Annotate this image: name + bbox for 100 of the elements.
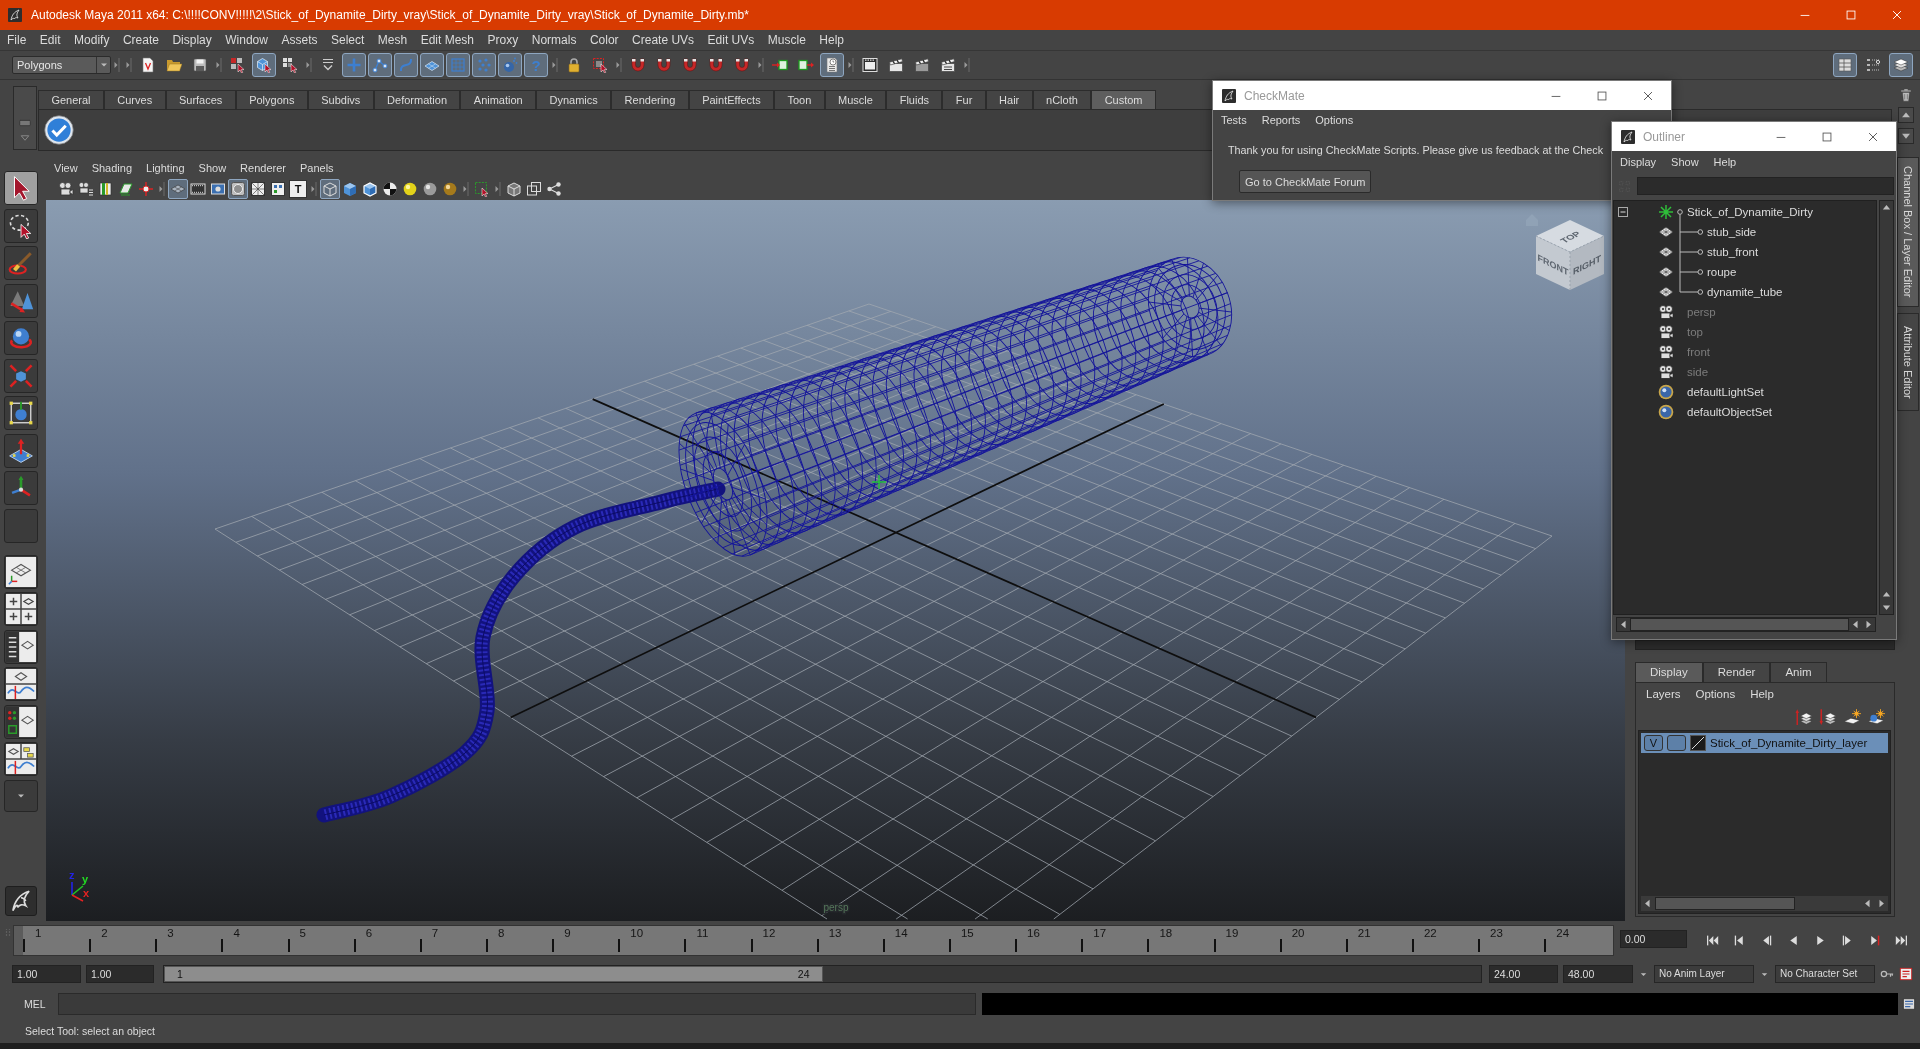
layer-editor-menu[interactable]: Options: [1695, 687, 1736, 700]
slashed-swatch-icon[interactable]: [1690, 735, 1706, 751]
wireframe-cube-icon[interactable]: [320, 179, 340, 199]
menu-item[interactable]: Help: [819, 33, 844, 47]
shelf-tab[interactable]: General: [38, 90, 104, 109]
panel-menu[interactable]: Shading: [91, 161, 133, 174]
collapse-handle-icon[interactable]: [311, 181, 317, 197]
document-lines-icon[interactable]: [1902, 996, 1916, 1011]
three-pane-layout-icon[interactable]: [4, 742, 38, 776]
horizontal-scrollbar[interactable]: [1616, 617, 1876, 632]
playback-start-field[interactable]: 1.00: [86, 965, 154, 983]
layers-down-arrow-icon[interactable]: [1819, 708, 1837, 726]
collapse-handle-icon[interactable]: [758, 57, 764, 73]
side-tab[interactable]: Channel Box / Layer Editor: [1897, 157, 1919, 307]
collapse-handle-icon[interactable]: [114, 57, 120, 73]
menu-item[interactable]: File: [7, 33, 27, 47]
end-time-field[interactable]: 48.00: [1563, 965, 1633, 983]
menu-item[interactable]: Muscle: [767, 33, 806, 47]
panel-menu[interactable]: Renderer: [240, 161, 286, 174]
shelf-tab[interactable]: Fluids: [886, 90, 943, 109]
plane-sparkle-icon[interactable]: [1843, 708, 1861, 726]
dynamite-tube-wireframe[interactable]: [678, 256, 1233, 557]
menu-item[interactable]: Display: [172, 33, 212, 47]
title-safe-button[interactable]: T: [289, 180, 307, 198]
movie-camera-icon[interactable]: [56, 179, 76, 199]
joint-chain-icon[interactable]: [368, 53, 392, 77]
menu-item[interactable]: Create UVs: [632, 33, 695, 47]
collapse-handle-icon[interactable]: [159, 181, 165, 197]
lasso-cursor-icon[interactable]: [4, 208, 38, 243]
shelf-tab[interactable]: Fur: [942, 90, 986, 109]
checklist-icon[interactable]: [1899, 967, 1913, 981]
menu-item[interactable]: Edit Mesh: [420, 33, 475, 47]
layer-editor-tab[interactable]: Render: [1702, 662, 1771, 682]
filter-field[interactable]: [1637, 177, 1894, 195]
forum-button[interactable]: Go to CheckMate Forum: [1239, 170, 1372, 193]
fuse-rope-wireframe[interactable]: [316, 481, 726, 823]
menu-item[interactable]: Select: [330, 33, 365, 47]
circle-square-icon[interactable]: [228, 179, 248, 199]
outliner-item[interactable]: roupe: [1707, 266, 1737, 278]
close-icon[interactable]: [1890, 8, 1904, 22]
layers-icon[interactable]: [1889, 53, 1913, 77]
visibility-toggle[interactable]: V: [1644, 735, 1663, 751]
outliner-item[interactable]: dynamite_tube: [1707, 286, 1783, 298]
collapse-handle-icon[interactable]: [126, 57, 132, 73]
single-view-layout-icon[interactable]: [4, 554, 38, 589]
grid-plane-icon[interactable]: [168, 179, 188, 199]
window-menu[interactable]: Tests: [1221, 114, 1247, 126]
shelf-tab[interactable]: Rendering: [611, 90, 689, 109]
squares-box-icon[interactable]: [268, 179, 288, 199]
four-view-layout-icon[interactable]: [4, 592, 38, 626]
menu-item[interactable]: Proxy: [487, 33, 519, 47]
time-slider[interactable]: 1 2 3 4 5 6 7 8 9 10 11 12 13 14 15 16 17 18 19 20 21 22 23 24: [13, 925, 1614, 956]
panel-menu[interactable]: Show: [198, 161, 227, 174]
connected-nodes-icon[interactable]: [544, 179, 564, 199]
start-time-field[interactable]: 1.00: [12, 965, 81, 983]
language-toggle[interactable]: MEL: [0, 997, 58, 1010]
shelf-tab[interactable]: Animation: [460, 90, 537, 109]
sphere-box-icon[interactable]: [4, 396, 38, 430]
current-time-field[interactable]: 0.00: [1620, 930, 1687, 948]
axes-icon[interactable]: [4, 471, 38, 505]
layer-row[interactable]: V Stick_of_Dynamite_Dirty_layer: [1641, 733, 1888, 753]
menu-item[interactable]: Edit: [39, 33, 61, 47]
crossed-box-icon[interactable]: [248, 179, 268, 199]
arrow-cursor-icon[interactable]: [4, 171, 38, 205]
logo-icon[interactable]: [5, 886, 37, 916]
menu-item[interactable]: Mesh: [377, 33, 408, 47]
layers-up-arrow-icon[interactable]: [1795, 708, 1813, 726]
trash-icon[interactable]: [1899, 88, 1913, 102]
shelf-tab[interactable]: nCloth: [1032, 90, 1092, 109]
crosshair-icon[interactable]: [136, 179, 156, 199]
table-icon[interactable]: [1833, 53, 1857, 77]
overlapping-squares-icon[interactable]: [524, 179, 544, 199]
layer-editor-tab[interactable]: Display: [1635, 662, 1703, 682]
playback-end-field[interactable]: 24.00: [1489, 965, 1558, 983]
movie-camera-list-icon[interactable]: [76, 179, 96, 199]
collapse-box-icon[interactable]: [1618, 207, 1628, 217]
outliner-item[interactable]: stub_side: [1707, 226, 1757, 238]
window-menu[interactable]: Display: [1620, 155, 1657, 168]
collapse-handle-icon[interactable]: [964, 57, 970, 73]
panel-menu[interactable]: View: [54, 161, 78, 174]
checkmark-circle-icon[interactable]: [44, 115, 74, 145]
collapse-handle-icon[interactable]: [495, 181, 501, 197]
side-tab[interactable]: Attribute Editor: [1897, 313, 1919, 411]
collapse-handle-icon[interactable]: [306, 57, 312, 73]
menu-item[interactable]: Modify: [74, 33, 110, 47]
outliner-item[interactable]: stub_front: [1707, 246, 1759, 258]
view-cube[interactable]: [1535, 220, 1605, 291]
window-menu[interactable]: Show: [1671, 155, 1699, 168]
collapse-handle-icon[interactable]: [216, 57, 222, 73]
collapse-handle-icon[interactable]: [552, 57, 558, 73]
collapse-handle-icon[interactable]: [848, 57, 854, 73]
menu-set-dropdown[interactable]: Polygons: [12, 56, 111, 74]
shelf-tab[interactable]: Deformation: [373, 90, 461, 109]
horizontal-scrollbar[interactable]: [1641, 896, 1888, 911]
vertical-scrollbar[interactable]: [1879, 200, 1894, 615]
panel-menu[interactable]: Panels: [299, 161, 334, 174]
shelf-tab[interactable]: Hair: [985, 90, 1033, 109]
outliner-item[interactable]: Stick_of_Dynamite_Dirty: [1687, 206, 1813, 218]
menu-item[interactable]: Assets: [281, 33, 318, 47]
layer-editor-menu[interactable]: Help: [1750, 687, 1774, 700]
